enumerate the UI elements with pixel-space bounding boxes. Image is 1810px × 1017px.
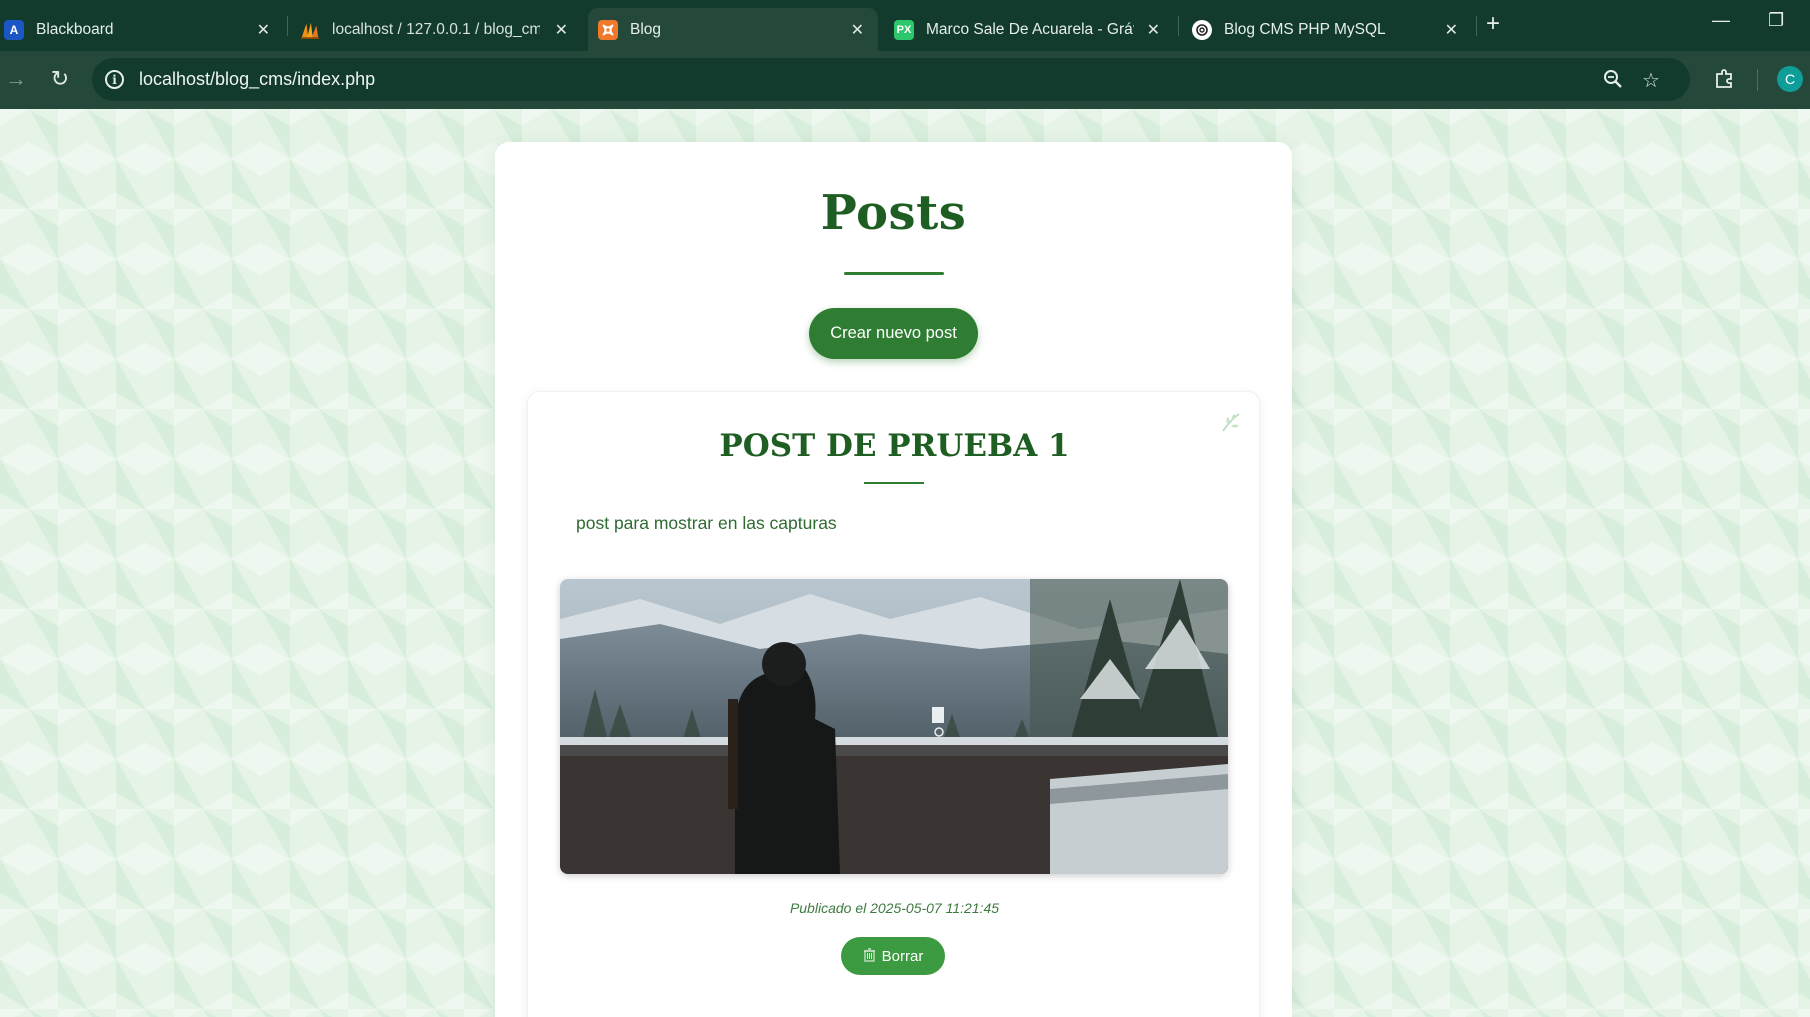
extensions-icon[interactable]: [1710, 65, 1738, 93]
blackboard-icon: A: [4, 19, 24, 40]
tab-title: Blog CMS PHP MySQL: [1224, 20, 1386, 38]
tab-divider: [1476, 16, 1477, 36]
tab-title: Blackboard: [36, 20, 114, 38]
tab-pixabay[interactable]: PX Marco Sale De Acuarela - Gráfic ✕: [884, 8, 1174, 51]
browser-toolbar: → ↻ i localhost/blog_cms/index.php ☆ C: [0, 51, 1810, 109]
forward-icon[interactable]: →: [2, 65, 30, 93]
toolbar-divider: [1757, 69, 1758, 91]
chatgpt-icon: [1192, 19, 1212, 40]
new-tab-button[interactable]: +: [1486, 12, 1500, 36]
delete-post-button[interactable]: Borrar: [841, 937, 945, 975]
delete-button-label: Borrar: [881, 947, 924, 965]
profile-avatar[interactable]: C: [1777, 66, 1803, 92]
zoom-icon[interactable]: [1602, 68, 1624, 96]
bookmark-star-icon[interactable]: ☆: [1642, 68, 1660, 93]
tab-title: localhost / 127.0.0.1 / blog_cms: [332, 20, 540, 38]
title-underline: [844, 272, 944, 275]
minimize-icon[interactable]: —: [1712, 10, 1730, 31]
browser-tab-strip: A Blackboard ✕ localhost / 127.0.0.1 / b…: [0, 0, 1810, 51]
tab-divider: [1178, 16, 1179, 36]
tab-chatgpt[interactable]: Blog CMS PHP MySQL ✕: [1182, 8, 1472, 51]
create-post-button[interactable]: Crear nuevo post: [809, 308, 978, 359]
close-icon[interactable]: ✕: [555, 20, 568, 40]
tab-blackboard[interactable]: A Blackboard ✕: [0, 8, 284, 51]
tab-blog[interactable]: Blog ✕: [588, 8, 878, 51]
close-icon[interactable]: ✕: [1445, 20, 1458, 40]
xampp-icon: [598, 19, 618, 40]
tab-phpmyadmin[interactable]: localhost / 127.0.0.1 / blog_cms ✕: [290, 8, 582, 51]
phpmyadmin-icon: [300, 20, 320, 40]
reload-icon[interactable]: ↻: [46, 65, 74, 93]
url-text[interactable]: localhost/blog_cms/index.php: [139, 69, 375, 90]
post-date: Publicado el 2025-05-07 11:21:45: [789, 900, 1000, 916]
close-icon[interactable]: ✕: [1147, 20, 1160, 40]
restore-icon[interactable]: ❐: [1768, 10, 1784, 31]
close-icon[interactable]: ✕: [257, 20, 270, 40]
post-body-text: post para mostrar en las capturas: [576, 513, 837, 533]
tab-title: Blog: [630, 20, 662, 38]
posts-container: Posts Crear nuevo post POST DE PRUEBA 1 …: [495, 142, 1292, 1017]
post-title-underline: [864, 482, 924, 484]
tab-title: Marco Sale De Acuarela - Gráfic: [926, 20, 1134, 38]
post-card: POST DE PRUEBA 1 post para mostrar en la…: [527, 391, 1260, 1017]
pixabay-icon: PX: [894, 19, 914, 40]
tab-divider: [287, 16, 288, 36]
post-title: POST DE PRUEBA 1: [719, 428, 1070, 464]
trash-icon: [863, 947, 876, 965]
page-title: Posts: [820, 185, 967, 241]
post-image: [560, 579, 1228, 874]
address-bar[interactable]: i localhost/blog_cms/index.php ☆: [92, 58, 1690, 101]
page-viewport: Posts Crear nuevo post POST DE PRUEBA 1 …: [0, 109, 1810, 1017]
close-icon[interactable]: ✕: [851, 20, 864, 40]
site-info-icon[interactable]: i: [105, 70, 124, 89]
